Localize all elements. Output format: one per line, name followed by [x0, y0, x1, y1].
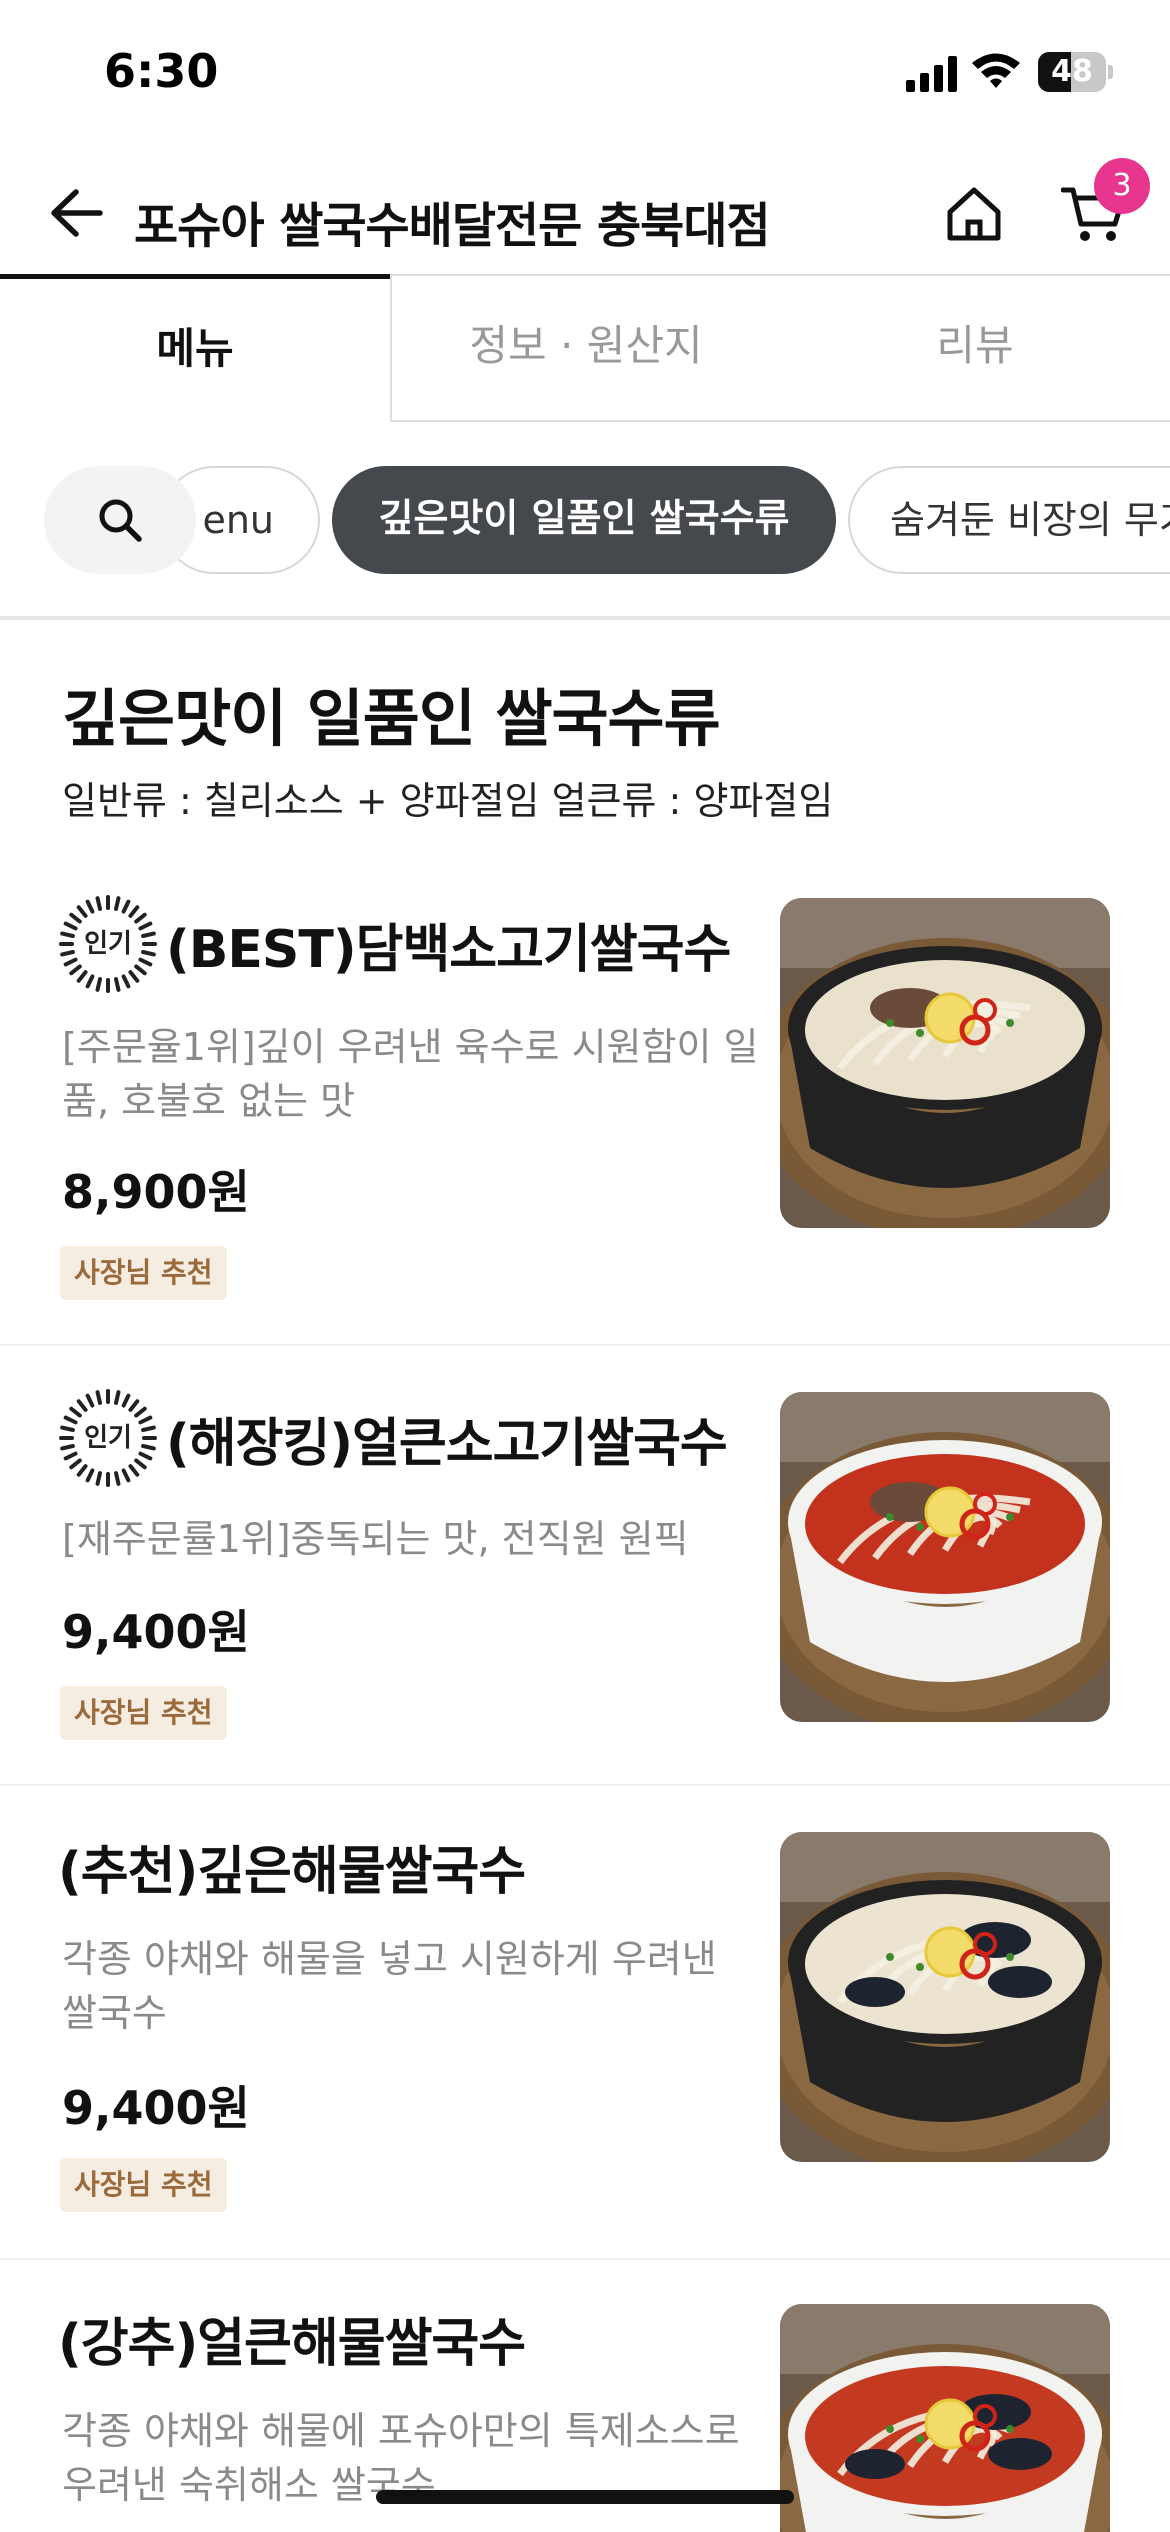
- cart-count-badge: 3: [1094, 158, 1150, 214]
- arrow-left-icon: [51, 189, 103, 237]
- item-divider: [0, 2258, 1170, 2260]
- category-chip-secret[interactable]: 숨겨둔 비장의 무기: [848, 466, 1170, 574]
- status-bar: 6:30 48: [0, 0, 1170, 150]
- tab-info-origin[interactable]: 정보 · 원산지: [390, 274, 780, 422]
- tab-menu[interactable]: 메뉴: [0, 274, 390, 422]
- menu-item-price: 8,900원: [62, 1165, 250, 1219]
- tab-review[interactable]: 리뷰: [780, 274, 1170, 422]
- menu-item-price: 9,400원: [62, 2081, 250, 2135]
- menu-item-photo[interactable]: [780, 2304, 1110, 2532]
- section-divider: [0, 616, 1170, 620]
- menu-item-description: 각종 야채와 해물을 넣고 시원하게 우려낸 쌀국수: [62, 1937, 717, 2035]
- menu-search-button[interactable]: [44, 466, 196, 574]
- category-chip-rice-noodle[interactable]: 깊은맛이 일품인 쌀국수류: [332, 466, 836, 574]
- popular-badge-label: 인기: [84, 929, 132, 959]
- category-chips: enu 깊은맛이 일품인 쌀국수류 숨겨둔 비장의 무기: [0, 466, 1170, 576]
- menu-item-description: [주문율1위]깊이 우려낸 육수로 시원함이 일품, 호불호 없는 맛: [62, 1025, 759, 1123]
- tab-bar: 메뉴 정보 · 원산지 리뷰: [0, 274, 1170, 422]
- popular-badge-label: 인기: [84, 1423, 132, 1453]
- home-button[interactable]: [936, 180, 1012, 248]
- menu-item-name[interactable]: (BEST)담백소고기쌀국수: [166, 907, 731, 982]
- item-divider: [0, 1784, 1170, 1786]
- store-title: 포슈아 쌀국수배달전문 충북대점: [134, 198, 771, 254]
- popular-badge-icon: 인기: [58, 894, 158, 994]
- section-title: 깊은맛이 일품인 쌀국수류: [62, 682, 721, 755]
- owner-recommend-badge: 사장님 추천: [60, 1686, 227, 1740]
- search-icon: [99, 499, 142, 542]
- menu-item-name-row[interactable]: (추천)깊은해물쌀국수: [58, 1836, 526, 1902]
- status-time: 6:30: [104, 44, 219, 98]
- back-button[interactable]: [36, 180, 116, 246]
- item-divider: [0, 1344, 1170, 1346]
- store-header: 포슈아 쌀국수배달전문 충북대점: [0, 150, 1170, 276]
- wifi-icon: [972, 53, 1020, 88]
- menu-item-photo[interactable]: [780, 898, 1110, 1228]
- menu-item-name-row[interactable]: 인기 (BEST)담백소고기쌀국수: [58, 894, 731, 994]
- section-description: 일반류 : 칠리소스 + 양파절임 얼큰류 : 양파절임: [62, 779, 834, 823]
- menu-item-photo[interactable]: [780, 1392, 1110, 1722]
- menu-item-photo[interactable]: [780, 1832, 1110, 2162]
- owner-recommend-badge: 사장님 추천: [60, 1246, 227, 1300]
- home-indicator: [376, 2490, 794, 2504]
- menu-item-price: 9,400원: [62, 1605, 250, 1659]
- menu-item-name[interactable]: (강추)얼큰해물쌀국수: [58, 2301, 526, 2376]
- menu-item-name[interactable]: (추천)깊은해물쌀국수: [58, 1829, 526, 1904]
- signal-icon: [906, 56, 957, 92]
- battery-level: 48: [1051, 54, 1093, 89]
- menu-item-description: [재주문률1위]중독되는 맛, 전직원 원픽: [62, 1517, 689, 1561]
- menu-item-name-row[interactable]: 인기 (해장킹)얼큰소고기쌀국수: [58, 1388, 728, 1488]
- battery-icon: 48: [1038, 52, 1113, 92]
- home-icon: [947, 187, 1001, 241]
- popular-badge-icon: 인기: [58, 1388, 158, 1488]
- owner-recommend-badge: 사장님 추천: [60, 2158, 227, 2212]
- menu-item-name-row[interactable]: (강추)얼큰해물쌀국수: [58, 2308, 526, 2374]
- menu-item-name[interactable]: (해장킹)얼큰소고기쌀국수: [166, 1401, 728, 1476]
